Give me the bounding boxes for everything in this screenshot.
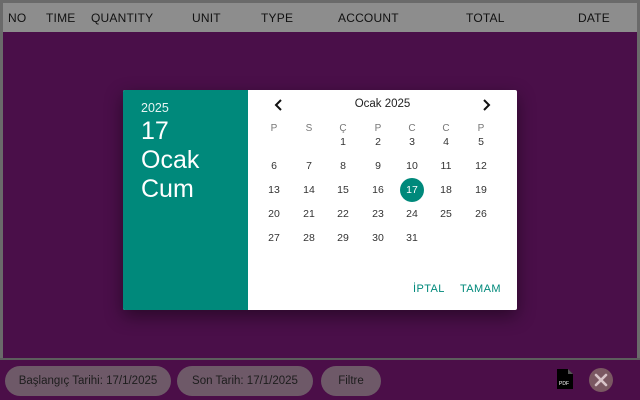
selected-day-number: 17 — [141, 117, 169, 145]
selected-weekday-name: Cum — [141, 175, 194, 203]
calendar-day[interactable]: 2 — [365, 131, 391, 153]
column-header-date[interactable]: DATE — [578, 11, 610, 25]
calendar-day[interactable]: 29 — [330, 227, 356, 249]
calendar-day[interactable]: 31 — [399, 227, 425, 249]
calendar-day[interactable]: 10 — [399, 155, 425, 177]
calendar-day[interactable]: 16 — [365, 179, 391, 201]
selected-date-display: 17 Ocak Cum — [141, 117, 199, 204]
ok-button[interactable]: TAMAM — [460, 283, 501, 295]
column-header-no[interactable]: NO — [8, 11, 26, 25]
date-picker-dialog: 2025 17 Ocak Cum Ocak 2025 PSÇPCCP123456… — [123, 90, 517, 310]
table-header: NO TIME QUANTITY UNIT TYPE ACCOUNT TOTAL… — [3, 3, 637, 32]
calendar-day[interactable]: 4 — [433, 131, 459, 153]
calendar-day[interactable]: 20 — [261, 203, 287, 225]
weekday-header: S — [305, 123, 313, 134]
calendar-day[interactable]: 23 — [365, 203, 391, 225]
column-header-total[interactable]: TOTAL — [466, 11, 505, 25]
footer-bar: Başlangıç Tarihi: 17/1/2025 Son Tarih: 1… — [0, 358, 640, 400]
selected-month-name: Ocak — [141, 146, 200, 174]
calendar-day[interactable]: 13 — [261, 179, 287, 201]
start-date-button[interactable]: Başlangıç Tarihi: 17/1/2025 — [5, 366, 171, 396]
calendar-day[interactable]: 8 — [330, 155, 356, 177]
calendar-day[interactable]: 9 — [365, 155, 391, 177]
calendar-day[interactable]: 25 — [433, 203, 459, 225]
close-x-icon — [594, 373, 608, 387]
calendar-day[interactable]: 30 — [365, 227, 391, 249]
close-button[interactable] — [589, 368, 613, 392]
selected-date-panel: 2025 17 Ocak Cum — [123, 90, 248, 310]
column-header-quantity[interactable]: QUANTITY — [91, 11, 153, 25]
column-header-type[interactable]: TYPE — [261, 11, 293, 25]
column-header-unit[interactable]: UNIT — [192, 11, 221, 25]
svg-text:PDF: PDF — [559, 381, 569, 387]
calendar-day[interactable]: 28 — [296, 227, 322, 249]
calendar-day[interactable]: 19 — [468, 179, 494, 201]
end-date-button[interactable]: Son Tarih: 17/1/2025 — [177, 366, 313, 396]
calendar-day[interactable]: 24 — [399, 203, 425, 225]
calendar-day[interactable]: 11 — [433, 155, 459, 177]
calendar-day[interactable]: 26 — [468, 203, 494, 225]
calendar-panel: Ocak 2025 P S Ç P C C P 1 2 3 4 5 6 7 8 9 10 11 12 13 14 15 16… — [248, 90, 517, 310]
calendar-day[interactable]: 15 — [330, 179, 356, 201]
calendar-day[interactable]: 22 — [330, 203, 356, 225]
calendar-day[interactable]: 3 — [399, 131, 425, 153]
calendar-day[interactable]: 27 — [261, 227, 287, 249]
filter-button[interactable]: Filtre — [321, 366, 381, 396]
calendar-day[interactable]: 5 — [468, 131, 494, 153]
calendar-day[interactable]: 12 — [468, 155, 494, 177]
calendar-day[interactable]: 1 — [330, 131, 356, 153]
weekday-header: P — [270, 123, 278, 134]
column-header-time[interactable]: TIME — [46, 11, 75, 25]
column-header-account[interactable]: ACCOUNT — [338, 11, 399, 25]
calendar-day[interactable]: 14 — [296, 179, 322, 201]
calendar-day[interactable]: 18 — [433, 179, 459, 201]
selected-year[interactable]: 2025 — [141, 101, 169, 115]
calendar-day[interactable]: 21 — [296, 203, 322, 225]
calendar-day[interactable]: 7 — [296, 155, 322, 177]
pdf-file-icon[interactable]: PDF — [557, 369, 573, 389]
calendar-day-selected[interactable]: 17 — [399, 178, 425, 202]
calendar-day[interactable]: 6 — [261, 155, 287, 177]
cancel-button[interactable]: İPTAL — [413, 283, 445, 295]
calendar-grid: P S Ç P C C P 1 2 3 4 5 6 7 8 9 10 11 12 13 14 15 16 17 18 19 20 21… — [248, 90, 517, 310]
